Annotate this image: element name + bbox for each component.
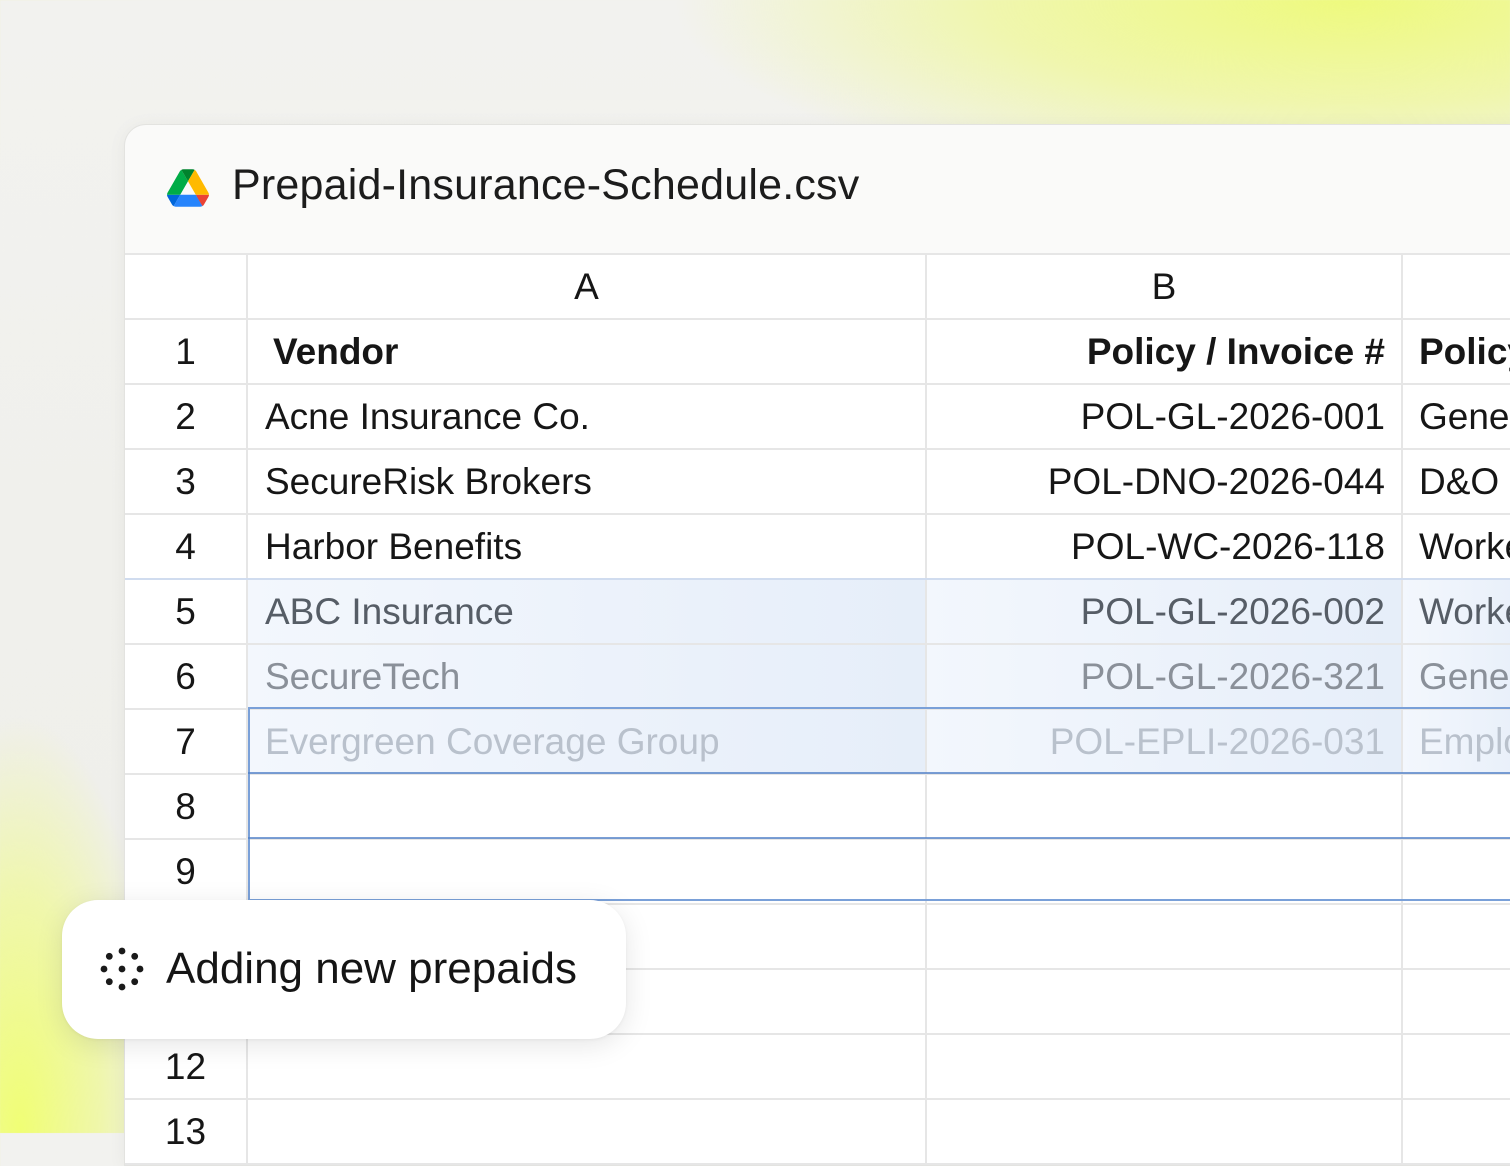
- cell-c6[interactable]: Gene: [1403, 645, 1510, 708]
- corner-cell[interactable]: [125, 255, 248, 318]
- row-header[interactable]: 12: [125, 1035, 248, 1098]
- cell-a2[interactable]: Acne Insurance Co.: [248, 385, 927, 448]
- cell-b5[interactable]: POL-GL-2026-002: [927, 580, 1403, 643]
- table-row: 3 SecureRisk Brokers POL-DNO-2026-044 D&…: [125, 450, 1510, 515]
- cell-a13[interactable]: [248, 1100, 927, 1163]
- row-header[interactable]: 3: [125, 450, 248, 513]
- cell-a1[interactable]: Vendor: [248, 320, 927, 383]
- row-header[interactable]: 4: [125, 515, 248, 578]
- row-header[interactable]: 6: [125, 645, 248, 708]
- table-row: 12: [125, 1035, 1510, 1100]
- cell-a4[interactable]: Harbor Benefits: [248, 515, 927, 578]
- table-row: 9: [125, 840, 1510, 905]
- row-header[interactable]: 7: [125, 710, 248, 773]
- cell-b6[interactable]: POL-GL-2026-321: [927, 645, 1403, 708]
- table-row: 7 Evergreen Coverage Group POL-EPLI-2026…: [125, 710, 1510, 775]
- cell-c4[interactable]: Worke: [1403, 515, 1510, 578]
- dots-spinner-icon: [100, 947, 144, 991]
- file-title: Prepaid-Insurance-Schedule.csv: [232, 161, 860, 209]
- cell-b8[interactable]: [927, 775, 1403, 838]
- cell-c2[interactable]: Gene: [1403, 385, 1510, 448]
- row-header[interactable]: 2: [125, 385, 248, 448]
- table-row: 4 Harbor Benefits POL-WC-2026-118 Worke: [125, 515, 1510, 580]
- cell-b12[interactable]: [927, 1035, 1403, 1098]
- table-row: 2 Acne Insurance Co. POL-GL-2026-001 Gen…: [125, 385, 1510, 450]
- cell-a8[interactable]: [248, 775, 927, 838]
- table-row: 8: [125, 775, 1510, 840]
- cell-b3[interactable]: POL-DNO-2026-044: [927, 450, 1403, 513]
- toast-message: Adding new prepaids: [166, 944, 577, 993]
- row-header[interactable]: 9: [125, 840, 248, 903]
- cell-b11[interactable]: [927, 970, 1403, 1033]
- cell-c7[interactable]: Emplo: [1403, 710, 1510, 773]
- cell-c5[interactable]: Worke: [1403, 580, 1510, 643]
- google-drive-icon: [167, 169, 209, 207]
- row-header[interactable]: 1: [125, 320, 248, 383]
- cell-b9[interactable]: [927, 840, 1403, 903]
- row-header[interactable]: 8: [125, 775, 248, 838]
- table-row: 6 SecureTech POL-GL-2026-321 Gene: [125, 645, 1510, 710]
- cell-b1[interactable]: Policy / Invoice #: [927, 320, 1403, 383]
- cell-c8[interactable]: [1403, 775, 1510, 838]
- cell-b4[interactable]: POL-WC-2026-118: [927, 515, 1403, 578]
- row-header[interactable]: 13: [125, 1100, 248, 1163]
- table-row: 5 ABC Insurance POL-GL-2026-002 Worke: [125, 580, 1510, 645]
- column-header-a[interactable]: A: [248, 255, 927, 318]
- cell-c9[interactable]: [1403, 840, 1510, 903]
- cell-c13[interactable]: [1403, 1100, 1510, 1163]
- cell-a7[interactable]: Evergreen Coverage Group: [248, 710, 927, 773]
- table-row: 1 Vendor Policy / Invoice # Policy: [125, 320, 1510, 385]
- column-header-c[interactable]: [1403, 255, 1510, 318]
- cell-b13[interactable]: [927, 1100, 1403, 1163]
- cell-a12[interactable]: [248, 1035, 927, 1098]
- cell-c12[interactable]: [1403, 1035, 1510, 1098]
- cell-a6[interactable]: SecureTech: [248, 645, 927, 708]
- cell-a5[interactable]: ABC Insurance: [248, 580, 927, 643]
- cell-b7[interactable]: POL-EPLI-2026-031: [927, 710, 1403, 773]
- title-bar: Prepaid-Insurance-Schedule.csv: [125, 125, 1510, 253]
- cell-b2[interactable]: POL-GL-2026-001: [927, 385, 1403, 448]
- row-header[interactable]: 5: [125, 580, 248, 643]
- cell-c3[interactable]: D&O I: [1403, 450, 1510, 513]
- cell-a9[interactable]: [248, 840, 927, 903]
- cell-c10[interactable]: [1403, 905, 1510, 968]
- column-header-b[interactable]: B: [927, 255, 1403, 318]
- cell-a3[interactable]: SecureRisk Brokers: [248, 450, 927, 513]
- column-header-row: A B: [125, 255, 1510, 320]
- cell-b10[interactable]: [927, 905, 1403, 968]
- status-toast: Adding new prepaids: [62, 900, 626, 1039]
- cell-c1[interactable]: Policy: [1403, 320, 1510, 383]
- cell-c11[interactable]: [1403, 970, 1510, 1033]
